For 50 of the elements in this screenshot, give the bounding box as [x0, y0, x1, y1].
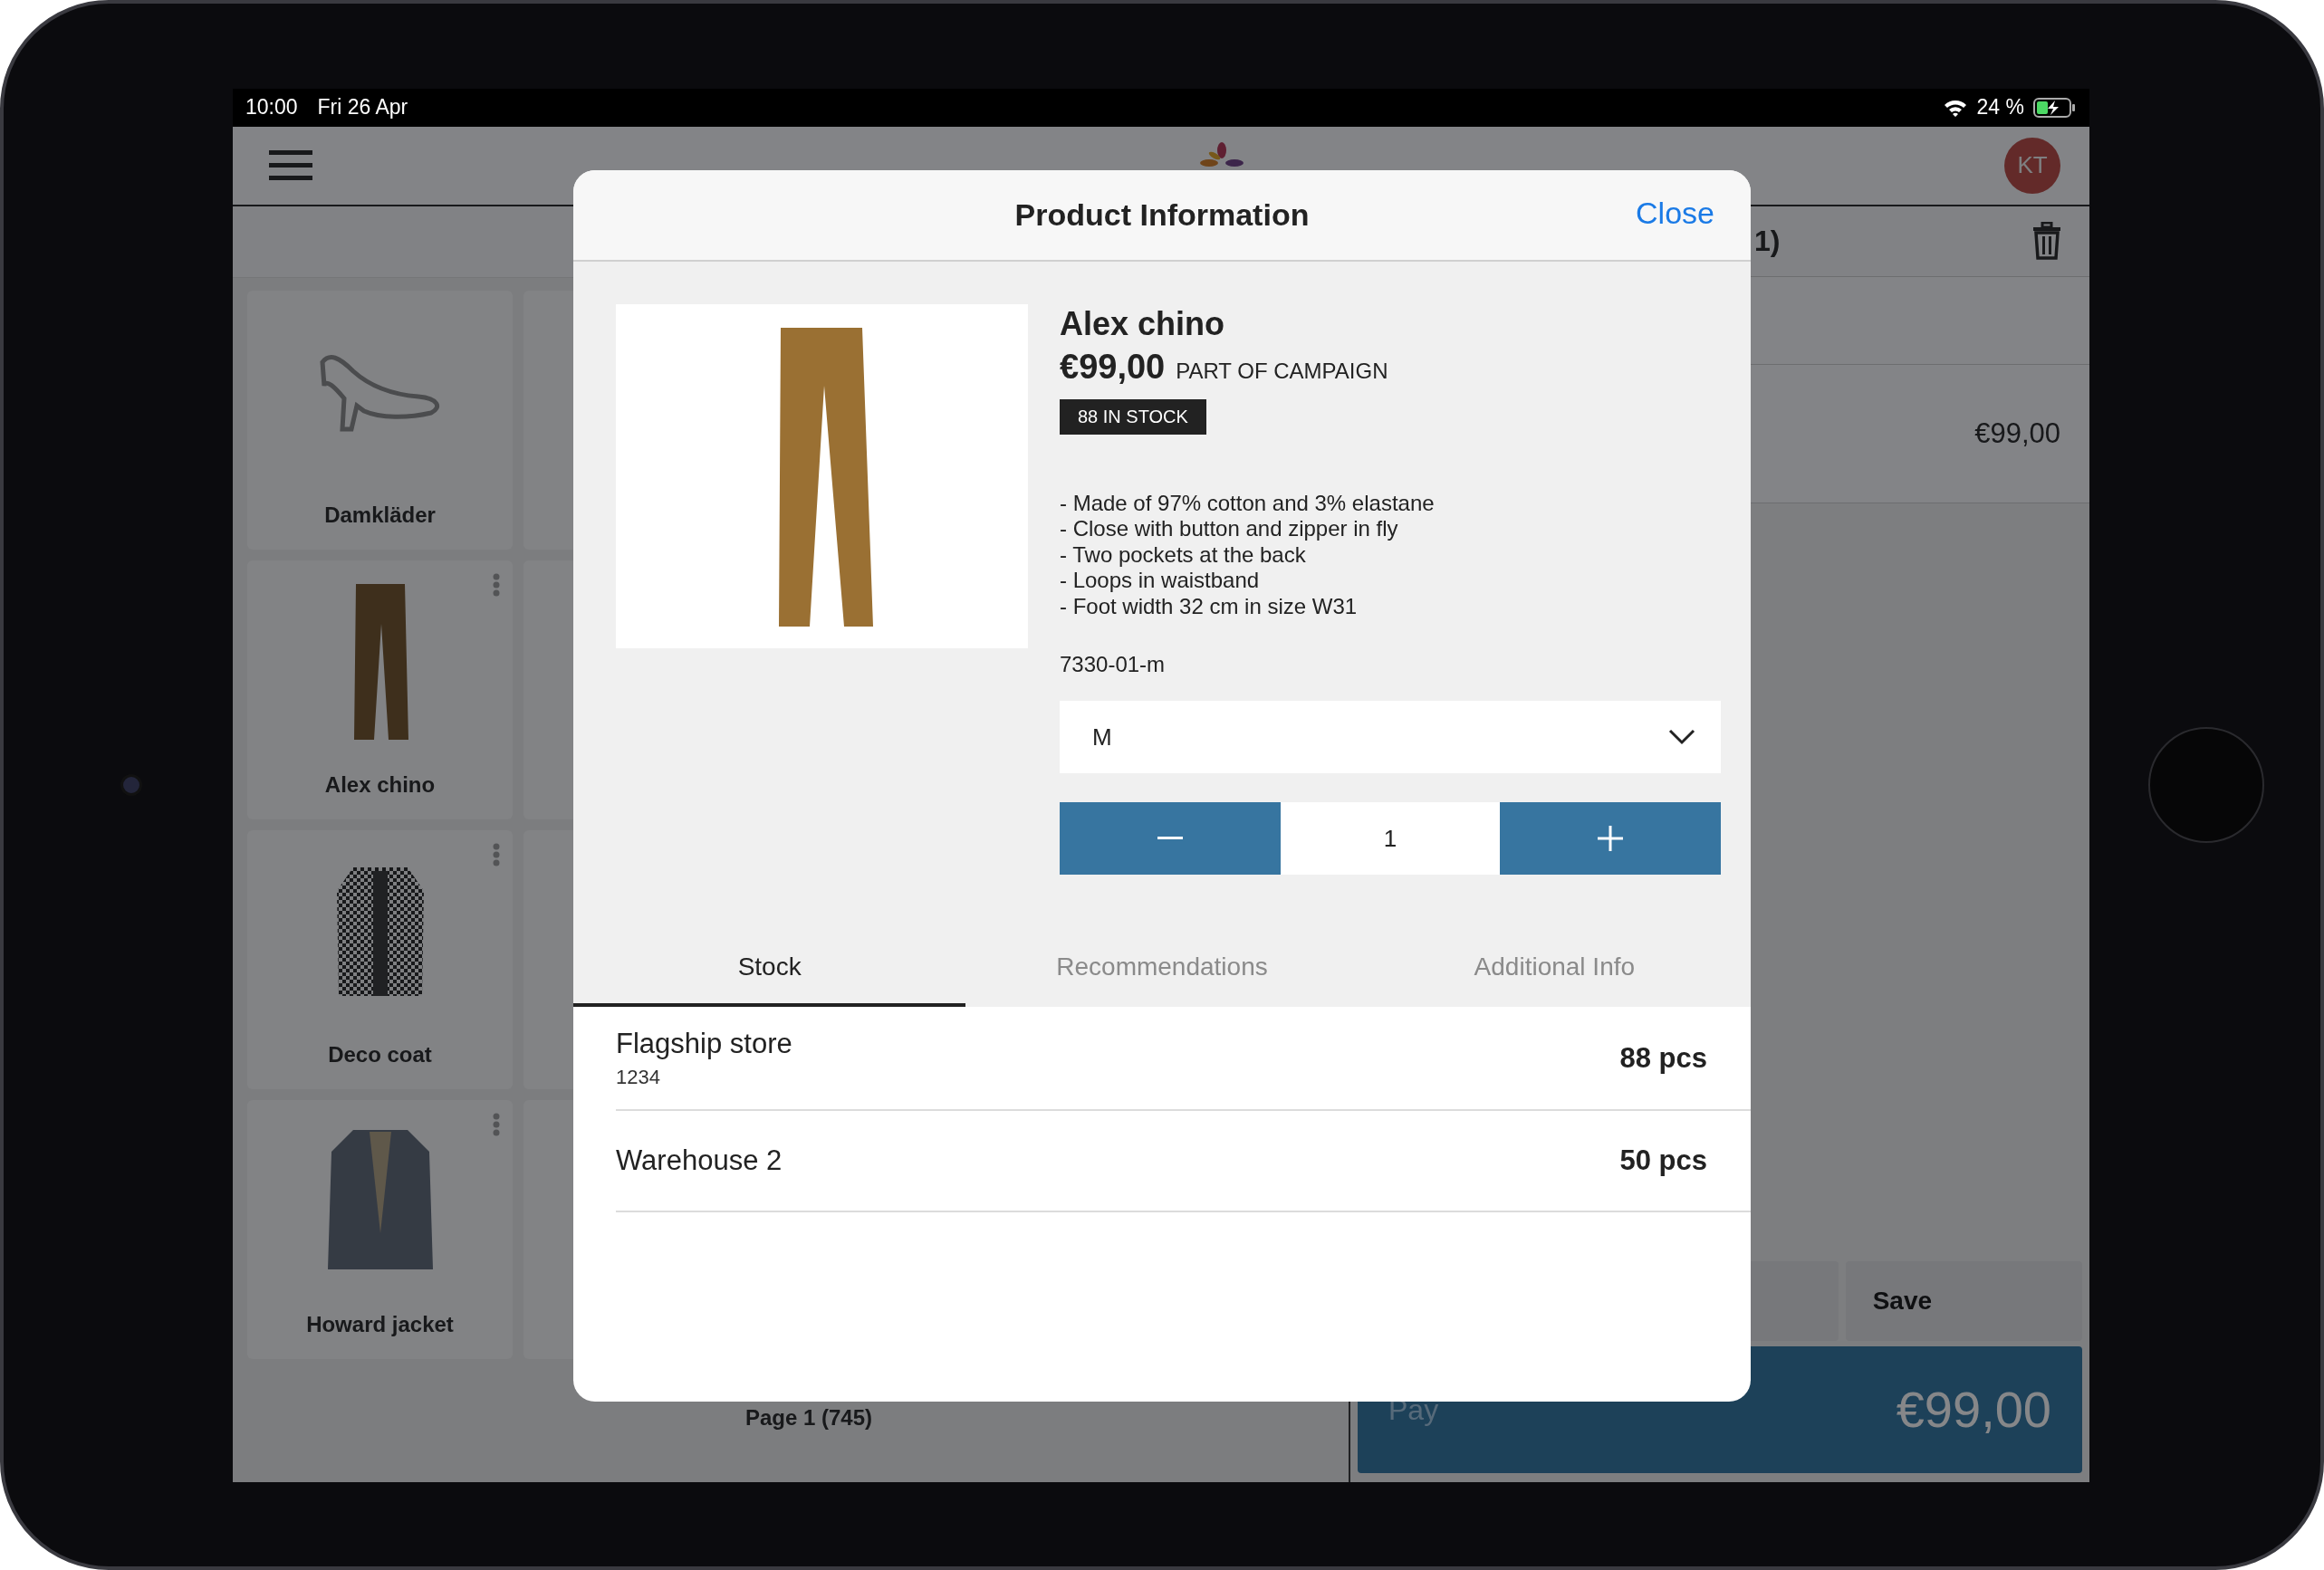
stock-badge: 88 IN STOCK [1060, 398, 1206, 435]
campaign-label: PART OF CAMPAIGN [1176, 358, 1388, 384]
tile-label: Deco coat [328, 1041, 432, 1067]
product-price: €99,00 [1060, 347, 1166, 387]
menu-icon[interactable] [269, 149, 312, 181]
tile-label: Damkläder [324, 502, 436, 528]
product-tile[interactable]: Howard jacket [247, 1099, 513, 1359]
product-tile[interactable]: Deco coat [247, 829, 513, 1089]
more-icon[interactable] [493, 1112, 500, 1136]
minus-icon [1157, 837, 1183, 841]
pay-total: €99,00 [1896, 1380, 2051, 1439]
tab[interactable]: Stock [573, 930, 966, 1008]
product-name: Alex chino [1060, 303, 1225, 344]
stock-quantity: 50 pcs [1619, 1144, 1707, 1178]
page-label: Page 1 (745) [744, 1404, 873, 1431]
tile-label: Howard jacket [306, 1311, 454, 1337]
user-avatar[interactable]: KT [2004, 137, 2060, 194]
save-button[interactable]: Save [1845, 1260, 2082, 1341]
item-price: €99,00 [1974, 416, 2060, 450]
product-tile[interactable]: Alex chino [247, 560, 513, 819]
description-line: - Made of 97% cotton and 3% elastane [1060, 490, 1435, 517]
tab[interactable]: Additional Info [1358, 930, 1751, 1008]
description-line: - Two pockets at the back [1060, 541, 1307, 569]
close-button[interactable]: Close [1636, 195, 1714, 231]
status-time: 10:00 [245, 95, 298, 120]
location-name: Flagship store [616, 1027, 792, 1060]
battery-percent: 24 % [1976, 95, 2024, 120]
product-tile[interactable]: Damkläder [247, 290, 513, 550]
chevron-down-icon [1668, 729, 1695, 746]
dialog-title: Product Information [1014, 196, 1310, 233]
description-line: - Loops in waistband [1060, 568, 1261, 594]
description-line: - Foot width 32 cm in size W31 [1060, 593, 1359, 620]
camera-lens [120, 774, 142, 796]
more-icon[interactable] [493, 842, 500, 866]
product-sku: 7330-01-m [1060, 652, 1166, 678]
plus-icon [1598, 826, 1623, 852]
quantity-field[interactable]: 1 [1281, 802, 1500, 876]
location-name: Warehouse 2 [616, 1144, 783, 1178]
status-date: Fri 26 Apr [317, 95, 408, 120]
battery-icon [2033, 97, 2077, 118]
description-line: - Close with button and zipper in fly [1060, 516, 1399, 542]
cart-title: 1) [1754, 224, 1781, 258]
trash-icon[interactable] [2031, 222, 2062, 260]
size-select[interactable]: M [1060, 701, 1721, 774]
increment-button[interactable] [1500, 802, 1721, 876]
tab[interactable]: Recommendations [965, 930, 1359, 1008]
more-icon[interactable] [493, 572, 500, 597]
location-code: 1234 [616, 1065, 661, 1089]
tile-label: Alex chino [324, 771, 436, 798]
stock-quantity: 88 pcs [1619, 1041, 1707, 1075]
